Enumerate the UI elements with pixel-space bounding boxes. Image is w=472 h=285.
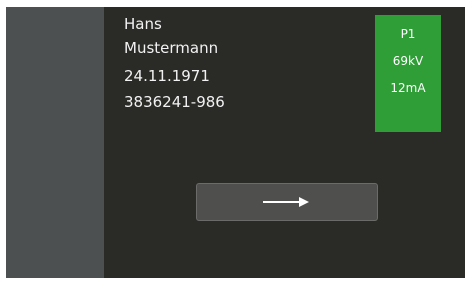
arrow-right-icon: [263, 197, 309, 207]
exposure-params-panel: P1 69kV 12mA: [375, 15, 441, 132]
sidebar-panel: [6, 7, 104, 278]
device-screen: Hans Mustermann 24.11.1971 3836241-986 P…: [6, 7, 465, 278]
patient-info: Hans Mustermann 24.11.1971 3836241-986: [124, 15, 225, 111]
patient-first-name: Hans: [124, 15, 162, 33]
patient-birth-date: 24.11.1971: [124, 67, 210, 85]
voltage-value: 69kV: [392, 54, 424, 68]
patient-last-name: Mustermann: [124, 39, 219, 57]
patient-id: 3836241-986: [124, 93, 225, 111]
current-value: 12mA: [390, 81, 426, 95]
program-label: P1: [400, 27, 416, 41]
next-button[interactable]: [196, 183, 378, 221]
